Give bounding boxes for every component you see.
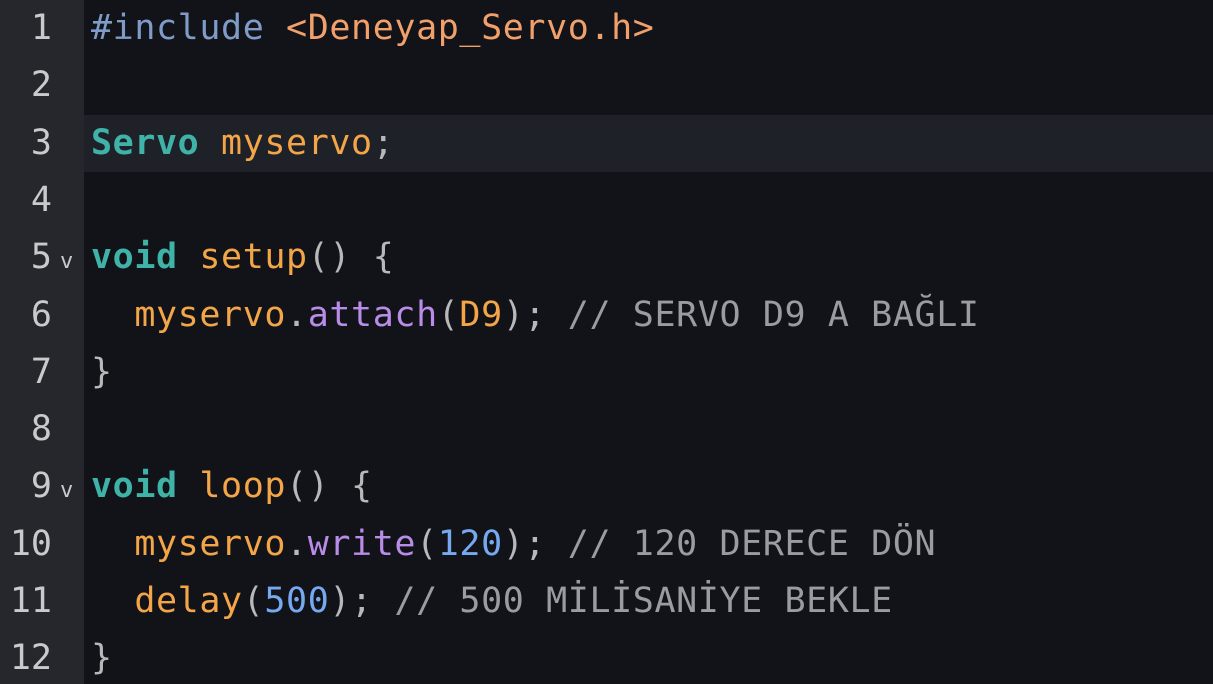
code-token: myservo (134, 294, 287, 335)
code-token: attach (307, 294, 438, 335)
code-token: } (91, 638, 113, 679)
line-number: 8 (30, 409, 52, 450)
code-line[interactable]: 6 myservo.attach(D9); // SERVO D9 A BAĞL… (0, 287, 1213, 344)
line-number: 10 (9, 523, 52, 564)
code-line[interactable]: 9 v void loop() { (0, 458, 1213, 515)
code-token: // 500 MİLİSANİYE BEKLE (394, 581, 893, 621)
line-number: 4 (30, 179, 52, 220)
code-token: . (286, 294, 308, 335)
fold-chevron-icon[interactable]: v (60, 233, 73, 290)
code-text: delay(500); // 500 MİLİSANİYE BEKLE (91, 573, 893, 630)
code-line[interactable]: 2 (0, 57, 1213, 114)
line-number: 1 (30, 8, 52, 48)
code-token: myservo (221, 122, 373, 163)
code-token: setup (199, 237, 308, 278)
line-number: 7 (30, 351, 52, 392)
code-token: <Deneyap_Servo.h> (286, 8, 655, 48)
code-token: void (91, 237, 178, 278)
code-line[interactable]: 4 (0, 172, 1213, 229)
fold-chevron-icon[interactable]: v (60, 462, 73, 519)
code-token: loop (199, 466, 287, 507)
line-number: 3 (30, 122, 52, 163)
code-token: write (307, 523, 417, 564)
code-text: } (91, 630, 113, 684)
code-token: ( (416, 523, 438, 564)
code-token: // SERVO D9 A BAĞLI (567, 294, 980, 335)
code-token: () { (307, 237, 395, 278)
code-token: D9 (459, 294, 503, 335)
code-token: myservo (134, 523, 287, 564)
code-token: } (91, 351, 113, 392)
line-number: 2 (30, 65, 52, 106)
code-token: ); (329, 581, 395, 621)
code-token: ); (502, 294, 568, 335)
code-token: ( (242, 581, 265, 621)
code-line[interactable]: 11 delay(500); // 500 MİLİSANİYE BEKLE (0, 573, 1213, 630)
code-token: delay (134, 581, 243, 621)
code-line[interactable]: 5 v void setup() { (0, 229, 1213, 286)
code-token: () { (286, 466, 373, 507)
code-text: } (91, 344, 113, 401)
line-number: 9 (30, 466, 52, 507)
code-line[interactable]: 3 Servo myservo; (0, 114, 1213, 173)
line-number: 5 (30, 237, 52, 278)
code-text: void loop() { (91, 458, 373, 515)
code-text: void setup() { (91, 229, 394, 286)
code-line[interactable]: 10 myservo.write(120); // 120 DERECE DÖN (0, 516, 1213, 573)
code-text: #include <Deneyap_Servo.h> (91, 0, 654, 57)
code-token: void (91, 466, 178, 507)
line-number: 12 (9, 638, 52, 679)
code-line[interactable]: 8 (0, 401, 1213, 458)
code-token: Servo (91, 122, 200, 163)
line-number: 11 (9, 581, 52, 621)
code-text: Servo myservo; (91, 115, 394, 172)
code-token: . (286, 523, 308, 564)
code-editor[interactable]: 1 #include <Deneyap_Servo.h> 2 3 Servo myser… (0, 0, 1213, 684)
code-line[interactable]: 12} (0, 630, 1213, 684)
code-token: ; (372, 122, 395, 163)
code-token: ( (437, 294, 460, 335)
code-token: ); (502, 523, 568, 564)
code-line[interactable]: 1 #include <Deneyap_Servo.h> (0, 0, 1213, 57)
code-token: #include (91, 8, 265, 48)
code-text: myservo.write(120); // 120 DERECE DÖN (91, 516, 936, 573)
code-token: 120 (437, 523, 503, 564)
line-number: 6 (30, 294, 52, 335)
code-token: 500 (264, 581, 330, 621)
code-token: // 120 DERECE DÖN (567, 523, 937, 564)
code-line[interactable]: 7} (0, 344, 1213, 401)
code-text: myservo.attach(D9); // SERVO D9 A BAĞLI (91, 287, 980, 344)
